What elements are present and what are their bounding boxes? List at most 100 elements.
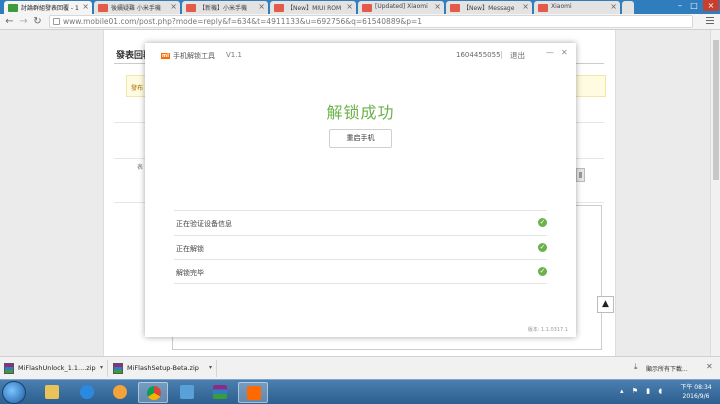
window-minimize-icon[interactable]: – — [674, 0, 686, 11]
system-tray-icons[interactable]: ▴ ⚑ ▮ ◖ — [620, 387, 665, 395]
mobile01-favicon-icon — [450, 4, 460, 12]
divider — [501, 51, 502, 59]
back-to-top-icon[interactable]: ▲ — [597, 296, 614, 313]
folder-icon — [45, 385, 59, 399]
unlock-success-title: 解锁成功 — [326, 103, 395, 122]
step-label: 解锁完毕 — [176, 269, 204, 277]
step-unlock-complete: 解锁完毕 ✓ — [174, 259, 547, 284]
tab-strip: 討論群組發表回覆 - 1 × 後續疑難 小米手機 × 【新機】小米手機 × 【N… — [0, 0, 720, 14]
account-id: 1604455055 — [456, 51, 501, 59]
dialog-version: V1.1 — [226, 51, 242, 59]
mi-unlock-dialog: mi 手机解锁工具 V1.1 1604455055 退出 — ✕ 解锁成功 重启… — [145, 43, 576, 337]
browser-menu-icon[interactable] — [706, 17, 714, 25]
tab-xiaomi-thread[interactable]: 後續疑難 小米手機 × — [94, 1, 180, 14]
tab-label: 【新機】小米手機 — [199, 5, 248, 12]
build-version: 版本: 1.1.0317.1 — [527, 327, 568, 333]
system-clock[interactable]: 下午 08:34 2016/9/6 — [674, 383, 718, 401]
forward-arrow-icon[interactable]: → — [18, 15, 29, 28]
download-filename: MiFlashUnlock_1.1....zip — [18, 364, 96, 372]
page-icon — [53, 18, 60, 25]
page-scrollbar[interactable] — [710, 30, 720, 356]
tab-label: Xiaomi — [551, 3, 572, 10]
dialog-close-icon[interactable]: ✕ — [561, 48, 568, 57]
logout-link[interactable]: 退出 — [510, 50, 525, 61]
check-icon: ✓ — [538, 242, 547, 252]
tab-miui-rom[interactable]: 【New】MIUI ROM × — [270, 1, 356, 14]
taskbar-mi-unlock[interactable] — [238, 382, 268, 403]
scrollbar-thumb[interactable] — [713, 40, 719, 180]
download-arrow-icon: ⤓ — [634, 362, 638, 371]
taskbar-media-player[interactable] — [105, 382, 135, 403]
tab-label: 後續疑難 小米手機 — [111, 5, 161, 12]
tab-close-icon[interactable]: × — [434, 2, 441, 11]
winrar-archive-icon — [4, 363, 14, 374]
taskbar-explorer[interactable] — [37, 382, 67, 403]
dialog-minimize-icon[interactable]: — — [546, 48, 554, 57]
mi-unlock-icon — [247, 386, 261, 400]
mobile01-favicon-icon — [98, 4, 108, 12]
tab-close-icon[interactable]: × — [258, 2, 265, 11]
step-verify-device: 正在验证设备信息 ✓ — [174, 210, 547, 235]
address-url: www.mobile01.com/post.php?mode=reply&f=6… — [63, 17, 423, 26]
windows-taskbar: ▴ ⚑ ▮ ◖ 下午 08:34 2016/9/6 — [0, 379, 720, 404]
chrome-icon — [147, 386, 161, 400]
step-list: 正在验证设备信息 ✓ 正在解锁 ✓ 解锁完毕 ✓ — [174, 210, 547, 284]
taskbar-ie[interactable] — [72, 382, 102, 403]
download-shelf: MiFlashUnlock_1.1....zip ▾ MiFlashSetup-… — [0, 356, 720, 379]
mobile01-favicon-icon — [8, 4, 18, 12]
shelf-close-icon[interactable]: ✕ — [706, 362, 713, 371]
download-item[interactable]: MiFlashSetup-Beta.zip ▾ — [109, 360, 217, 377]
chevron-down-icon[interactable]: ▾ — [209, 364, 212, 371]
clock-date: 2016/9/6 — [682, 393, 710, 400]
mobile01-favicon-icon — [362, 4, 372, 12]
tab-new-phone[interactable]: 【新機】小米手機 × — [182, 1, 268, 14]
taskbar-chrome[interactable] — [138, 382, 168, 403]
mobile01-favicon-icon — [186, 4, 196, 12]
dialog-header: mi 手机解锁工具 V1.1 1604455055 退出 — ✕ — [145, 43, 576, 68]
form-label: 表 — [137, 164, 144, 171]
reboot-phone-button[interactable]: 重启手机 — [329, 129, 392, 148]
tab-updated-xiaomi[interactable]: [Updated] Xiaomi × — [358, 1, 444, 14]
tab-new-message[interactable]: 【New】Message × — [446, 1, 532, 14]
step-label: 正在解锁 — [176, 244, 204, 253]
browser-toolbar: ← → ↻ www.mobile01.com/post.php?mode=rep… — [0, 14, 720, 30]
tab-close-icon[interactable]: × — [610, 2, 617, 11]
tab-label: [Updated] Xiaomi — [375, 3, 428, 10]
back-arrow-icon[interactable]: ← — [4, 15, 15, 28]
tab-label: 【New】MIUI ROM — [287, 5, 342, 12]
tab-close-icon[interactable]: × — [82, 2, 89, 11]
tab-label: 討論群組發表回覆 - 1 — [21, 5, 79, 12]
mobile01-favicon-icon — [274, 4, 284, 12]
window-maximize-icon[interactable]: □ — [688, 0, 700, 11]
chevron-down-icon[interactable]: ▾ — [100, 364, 103, 371]
show-all-downloads-link[interactable]: 顯示所有下載... — [646, 364, 688, 373]
photo-viewer-icon — [180, 385, 194, 399]
start-button-icon[interactable] — [2, 381, 26, 404]
taskbar-winrar[interactable] — [205, 382, 235, 403]
reload-icon[interactable]: ↻ — [32, 15, 43, 28]
winrar-archive-icon — [113, 363, 123, 374]
address-bar[interactable]: www.mobile01.com/post.php?mode=reply&f=6… — [49, 15, 693, 28]
tab-close-icon[interactable]: × — [170, 2, 177, 11]
new-tab-button[interactable] — [622, 1, 634, 14]
check-icon: ✓ — [538, 218, 547, 227]
winrar-icon — [213, 385, 227, 399]
taskbar-photos[interactable] — [172, 382, 202, 403]
mobile01-favicon-icon — [538, 4, 548, 12]
mi-logo-icon: mi — [161, 53, 170, 59]
tab-close-icon[interactable]: × — [522, 2, 529, 11]
step-unlocking: 正在解锁 ✓ — [174, 234, 547, 260]
download-filename: MiFlashSetup-Beta.zip — [127, 364, 199, 372]
tab-close-icon[interactable]: × — [346, 2, 353, 11]
window-close-icon[interactable]: × — [703, 0, 719, 11]
download-item[interactable]: MiFlashUnlock_1.1....zip ▾ — [0, 360, 108, 377]
step-label: 正在验证设备信息 — [176, 220, 232, 228]
tab-post-reply[interactable]: 討論群組發表回覆 - 1 × — [4, 1, 92, 14]
clock-time: 下午 08:34 — [680, 384, 712, 391]
tab-label: 【New】Message — [463, 5, 515, 12]
check-icon: ✓ — [538, 267, 547, 276]
editor-scrollbar[interactable] — [576, 168, 585, 182]
dialog-title: 手机解锁工具 — [173, 52, 215, 60]
tab-xiaomi[interactable]: Xiaomi × — [534, 1, 620, 14]
internet-explorer-icon — [80, 385, 94, 399]
